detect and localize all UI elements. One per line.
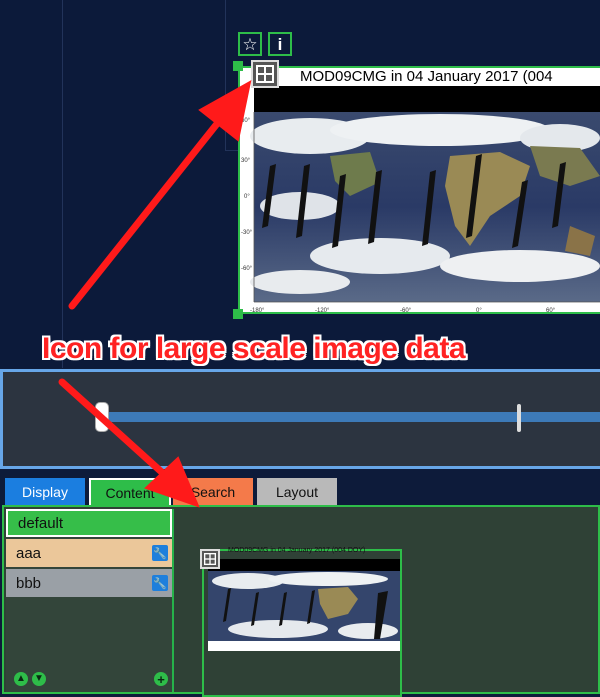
annotation-arrow: [58, 378, 170, 480]
annotation-arrow: [68, 116, 224, 310]
annotation-label: Icon for large scale image data: [42, 332, 466, 365]
